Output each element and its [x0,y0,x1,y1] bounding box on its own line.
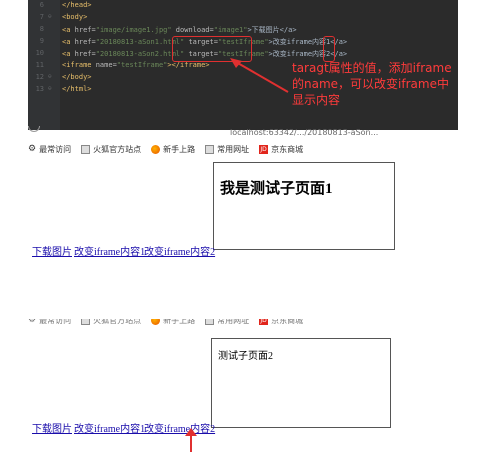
bookmark-most-visited[interactable]: ⚙ 最常访问 [28,319,71,326]
gear-icon: ⚙ [28,144,37,154]
line-number: 10 [35,49,44,57]
folder-icon [205,144,215,154]
code-text: </head> [62,1,92,9]
bookmarks-toolbar: ⚙ 最常访问 火狐官方站点 新手上路 常用网址 JD 京东商城 [28,141,468,157]
bookmark-label: 新手上路 [163,319,196,325]
bookmark-label: 常用网址 [217,319,250,325]
pointer-arrow-icon [185,428,197,452]
fold-icon[interactable]: ⊖ [48,13,52,20]
iframe-heading: 我是测试子页面1 [220,181,333,197]
gear-icon: ⚙ [28,319,37,325]
line-number: 9 [39,37,44,45]
line-number: 12 [35,73,44,81]
change-iframe-1-link[interactable]: 改变iframe内容1 [74,243,145,258]
firefox-icon [151,319,161,325]
jd-icon: JD [259,319,269,325]
bookmark-label: 常用网址 [217,144,250,154]
back-button[interactable] [28,126,40,132]
bookmark-getting-started[interactable]: 新手上路 [151,144,195,155]
download-image-link[interactable]: 下载图片 [32,243,72,258]
code-text: </body> [62,73,92,81]
bookmark-label: 火狐官方站点 [93,144,142,154]
fold-icon[interactable]: ⊖ [48,85,52,92]
bookmark-most-visited[interactable]: ⚙ 最常访问 [28,144,71,155]
code-line: 6 </head> [28,1,458,13]
change-iframe-1-link[interactable]: 改变iframe内容1 [74,420,145,435]
firefox-icon [151,144,161,154]
code-text: <iframe name="testIframe"></iframe> [62,61,210,69]
folder-icon [81,319,91,325]
jd-icon: JD [259,144,269,154]
line-number: 11 [35,61,44,69]
bookmark-label: 京东商城 [271,144,304,154]
bookmark-jd[interactable]: JD 京东商城 [259,319,303,326]
iframe-frame: 我是测试子页面1 [213,162,395,250]
iframe-frame: 测试子页面2 [211,338,391,428]
bookmark-label: 火狐官方站点 [93,319,142,325]
iframe-text: 测试子页面2 [218,351,273,362]
code-text: </html> [62,85,92,93]
bookmark-label: 最常访问 [39,144,72,154]
bookmark-common-sites[interactable]: 常用网址 [205,144,249,155]
bookmark-label: 新手上路 [163,144,196,154]
bookmark-label: 京东商城 [271,319,304,325]
code-editor: 6 </head> 7 ⊖ <body> 8 <a href="image/im… [28,0,458,130]
folder-icon [81,144,91,154]
change-iframe-2-link[interactable]: 改变iframe内容2 [144,243,215,258]
code-line: 7 ⊖ <body> [28,13,458,25]
bookmarks-toolbar-partial: ⚙ 最常访问 火狐官方站点 新手上路 常用网址 JD 京东商城 [28,319,468,329]
code-text: <a href="image/image1.jpg" download="ima… [62,26,297,34]
bookmark-jd[interactable]: JD 京东商城 [259,144,303,155]
bookmark-common-sites[interactable]: 常用网址 [205,319,249,326]
fold-icon[interactable]: ⊖ [48,73,52,80]
download-image-link[interactable]: 下载图片 [32,420,72,435]
bookmark-firefox-site[interactable]: 火狐官方站点 [81,319,141,326]
folder-icon [205,319,215,325]
line-number: 8 [39,25,44,33]
line-number: 13 [35,85,44,93]
bookmark-label: 最常访问 [39,319,72,325]
line-number: 7 [39,13,44,21]
url-bar[interactable]: localhost:63342/.../20180813-aSon... [230,128,378,137]
change-iframe-2-link[interactable]: 改变iframe内容2 [144,420,215,435]
line-number: 6 [39,1,44,9]
code-text: <body> [62,13,88,21]
bookmark-getting-started[interactable]: 新手上路 [151,319,195,326]
annotation-text: taragt属性的值，添加iframe的name，可以改变iframe中显示内容 [292,61,452,107]
bookmark-firefox-site[interactable]: 火狐官方站点 [81,144,141,155]
